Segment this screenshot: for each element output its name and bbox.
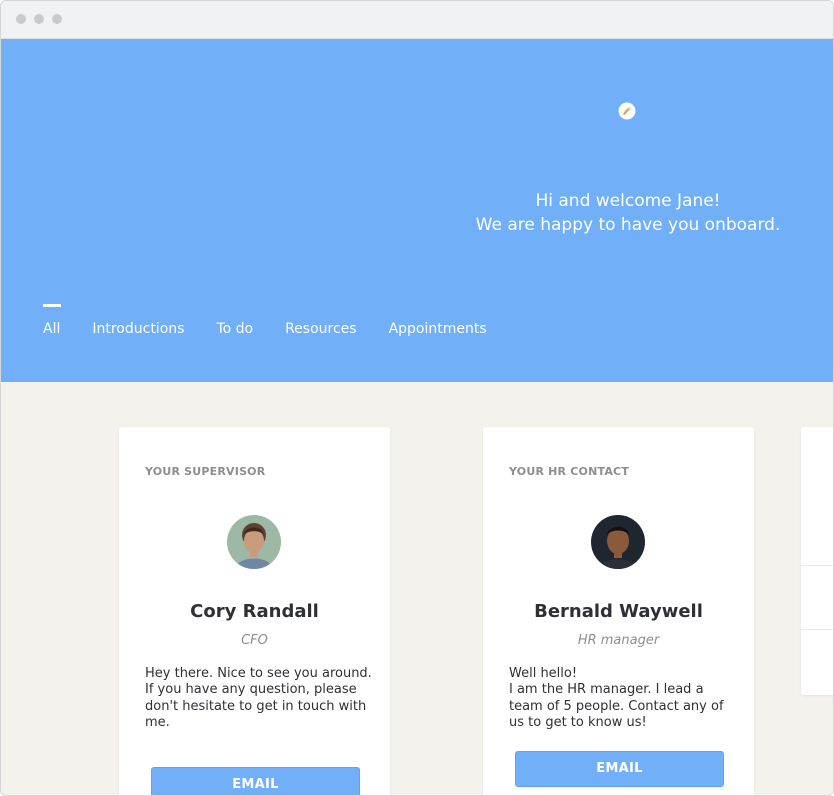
avatar [591,515,645,569]
window-titlebar [1,1,833,39]
card-divider [801,565,833,566]
tab-all[interactable]: All [43,304,62,345]
tab-introductions[interactable]: Introductions [92,321,184,345]
tab-appointments[interactable]: Appointments [389,321,487,345]
partial-card [801,427,833,695]
email-button[interactable]: EMAIL [515,751,724,787]
contact-name: Bernald Waywell [534,601,703,622]
window-maximize-button[interactable] [52,14,62,24]
card-divider [801,629,833,630]
welcome-line-1: Hi and welcome Jane! [535,191,721,211]
contact-message: Hey there. Nice to see you around. If yo… [145,666,372,731]
avatar [227,515,281,569]
contact-role: HR manager [577,633,660,648]
card-label: YOUR SUPERVISOR [145,465,266,478]
email-button[interactable]: EMAIL [151,767,360,795]
welcome-message: Hi and welcome Jane! We are happy to hav… [441,189,815,237]
welcome-line-2: We are happy to have you onboard. [475,215,781,235]
supervisor-card: YOUR SUPERVISOR Cory Randall CFO Hey the… [119,427,390,795]
browser-window: Hi and welcome Jane! We are happy to hav… [0,0,834,796]
feather-logo-icon [618,102,636,120]
hr-contact-card: YOUR HR CONTACT Bernald Waywell HR manag… [483,427,754,795]
card-label: YOUR HR CONTACT [509,465,630,478]
window-close-button[interactable] [16,14,26,24]
window-minimize-button[interactable] [34,14,44,24]
contact-message: Well hello! I am the HR manager. I lead … [509,666,724,731]
category-tabs: All Introductions To do Resources Appoin… [43,304,487,345]
welcome-hero: Hi and welcome Jane! We are happy to hav… [1,39,833,382]
contact-name: Cory Randall [190,601,319,622]
contact-role: CFO [241,633,268,648]
tab-resources[interactable]: Resources [285,321,357,345]
tab-to-do[interactable]: To do [216,321,253,345]
